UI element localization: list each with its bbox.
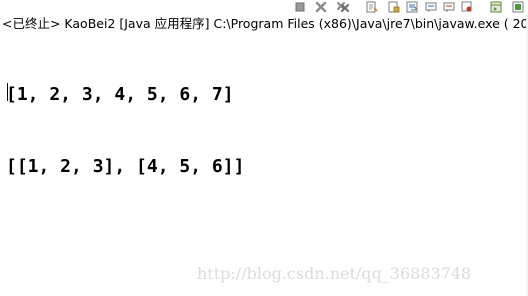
scroll-lock-icon[interactable] [388, 1, 400, 13]
terminate-icon[interactable] [294, 1, 306, 13]
watermark: http://blog.csdn.net/qq_36883748 [197, 264, 472, 283]
text-caret [7, 83, 8, 101]
show-on-error-icon[interactable] [443, 1, 455, 13]
clear-console-icon[interactable] [366, 1, 378, 13]
console-output-line: [1, 2, 3, 4, 5, 6, 7] [6, 84, 234, 105]
remove-all-terminated-icon[interactable] [337, 1, 349, 13]
display-selected-console-icon[interactable] [490, 1, 502, 13]
console-output-line: [[1, 2, 3], [4, 5, 6]] [6, 156, 245, 177]
open-console-icon[interactable] [512, 1, 524, 13]
console-view: <已终止> KaoBei2 [Java 应用程序] C:\Program Fil… [0, 0, 528, 296]
word-wrap-icon[interactable] [406, 1, 418, 13]
show-on-output-icon[interactable] [425, 1, 437, 13]
console-output[interactable]: [1, 2, 3, 4, 5, 6, 7] [[1, 2, 3], [4, 5,… [6, 35, 244, 227]
console-status-line: <已终止> KaoBei2 [Java 应用程序] C:\Program Fil… [2, 16, 528, 31]
console-toolbar [0, 0, 528, 14]
remove-launch-icon[interactable] [315, 1, 327, 13]
pin-console-icon[interactable] [461, 1, 473, 13]
